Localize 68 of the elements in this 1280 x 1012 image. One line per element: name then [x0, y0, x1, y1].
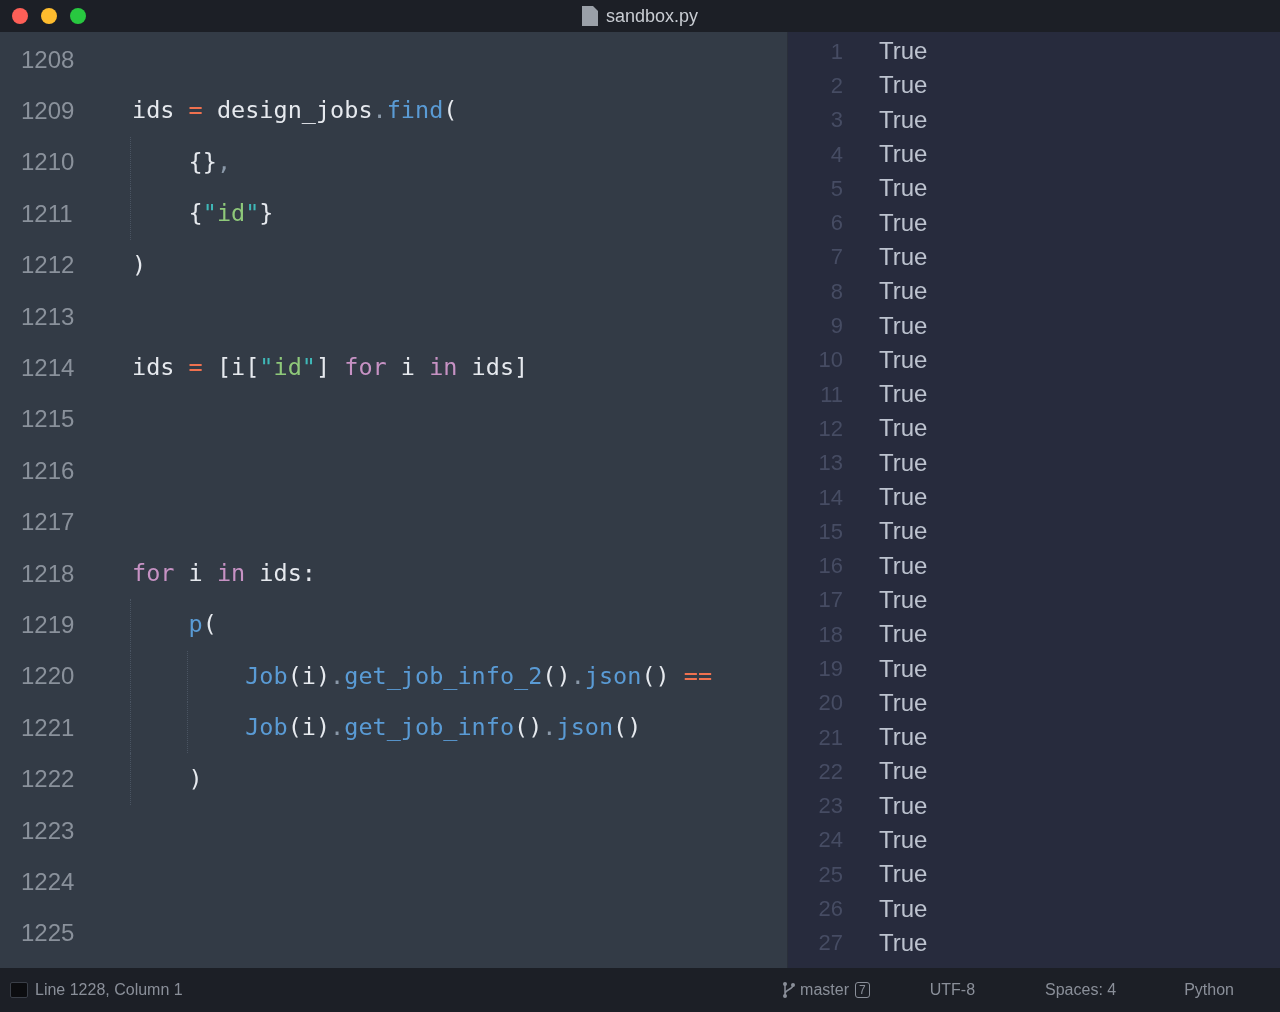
window-title: sandbox.py — [605, 4, 699, 28]
line-number: 1221 — [20, 712, 76, 743]
line-number: 1212 — [20, 250, 76, 281]
line-number: 1216 — [20, 455, 76, 486]
code-line: p( — [187, 609, 217, 641]
output-text: True — [879, 825, 928, 855]
indentation[interactable]: Spaces: 4 — [1045, 978, 1117, 1002]
code-line: ) — [132, 249, 147, 281]
line-number: 1210 — [20, 147, 76, 178]
line-number: 1208 — [20, 44, 76, 75]
line-number: 1217 — [20, 507, 76, 538]
output-text: True — [879, 413, 928, 444]
line-number: 1213 — [20, 301, 76, 332]
panel-toggle-icon[interactable] — [10, 982, 28, 998]
output-text: True — [879, 893, 928, 924]
output-text: True — [879, 482, 928, 512]
output-text: True — [879, 379, 928, 410]
code-line: Job(i).get_job_info_2().json() == — [244, 660, 713, 692]
code-line: ids = [i["id"] for i in ids] — [132, 352, 529, 384]
line-number: 1209 — [20, 96, 76, 127]
output-text: True — [879, 241, 928, 272]
output-text: True — [879, 687, 928, 718]
code-line: ids = design_jobs.find( — [132, 95, 458, 127]
output-text: True — [879, 276, 928, 307]
line-number: 1219 — [20, 610, 76, 640]
branch-icon — [782, 981, 797, 999]
code-line: Job(i).get_job_info().json() — [244, 712, 642, 744]
git-branch[interactable]: master — [800, 978, 849, 1002]
output-text: True — [879, 859, 928, 890]
output-text: True — [879, 173, 928, 204]
syntax[interactable]: Python — [1184, 978, 1234, 1002]
minimize-button[interactable] — [41, 8, 57, 24]
line-number: 1214 — [20, 353, 76, 384]
line-number: 1222 — [20, 764, 76, 795]
line-number: 1220 — [20, 661, 76, 692]
output-text: True — [879, 790, 928, 821]
output-text: True — [879, 756, 928, 787]
output-text: True — [879, 36, 928, 67]
code-line: for i in ids: — [132, 557, 316, 589]
output-text: True — [879, 207, 928, 238]
cursor-position: Line 1228, Column 1 — [35, 980, 183, 1000]
output-text: True — [879, 584, 928, 615]
maximize-button[interactable] — [70, 8, 86, 24]
line-number: 1224 — [20, 866, 76, 897]
output-text: True — [879, 344, 928, 375]
line-number: 1211 — [20, 198, 74, 229]
line-number: 1225 — [20, 918, 76, 949]
output-text: True — [879, 447, 928, 478]
code-line: {}, — [187, 146, 232, 178]
changes-badge: 7 — [855, 982, 870, 998]
line-number: 1223 — [20, 815, 76, 846]
output-text: True — [879, 550, 928, 581]
output-text: True — [879, 927, 928, 958]
file-icon — [581, 6, 598, 26]
output-text: True — [879, 619, 928, 650]
close-button[interactable] — [12, 8, 28, 24]
code-line: {"id"} — [187, 198, 274, 230]
output-text: True — [879, 516, 928, 547]
output-text: True — [879, 104, 928, 135]
output-text: True — [879, 653, 928, 684]
output-text: True — [879, 139, 928, 170]
output-text: True — [879, 310, 928, 341]
encoding[interactable]: UTF-8 — [929, 978, 976, 1002]
output-text: True — [879, 70, 928, 101]
output-text: True — [879, 722, 928, 753]
code-line: ) — [187, 763, 203, 795]
line-number: 1218 — [20, 558, 76, 589]
line-number: 1215 — [20, 404, 76, 435]
